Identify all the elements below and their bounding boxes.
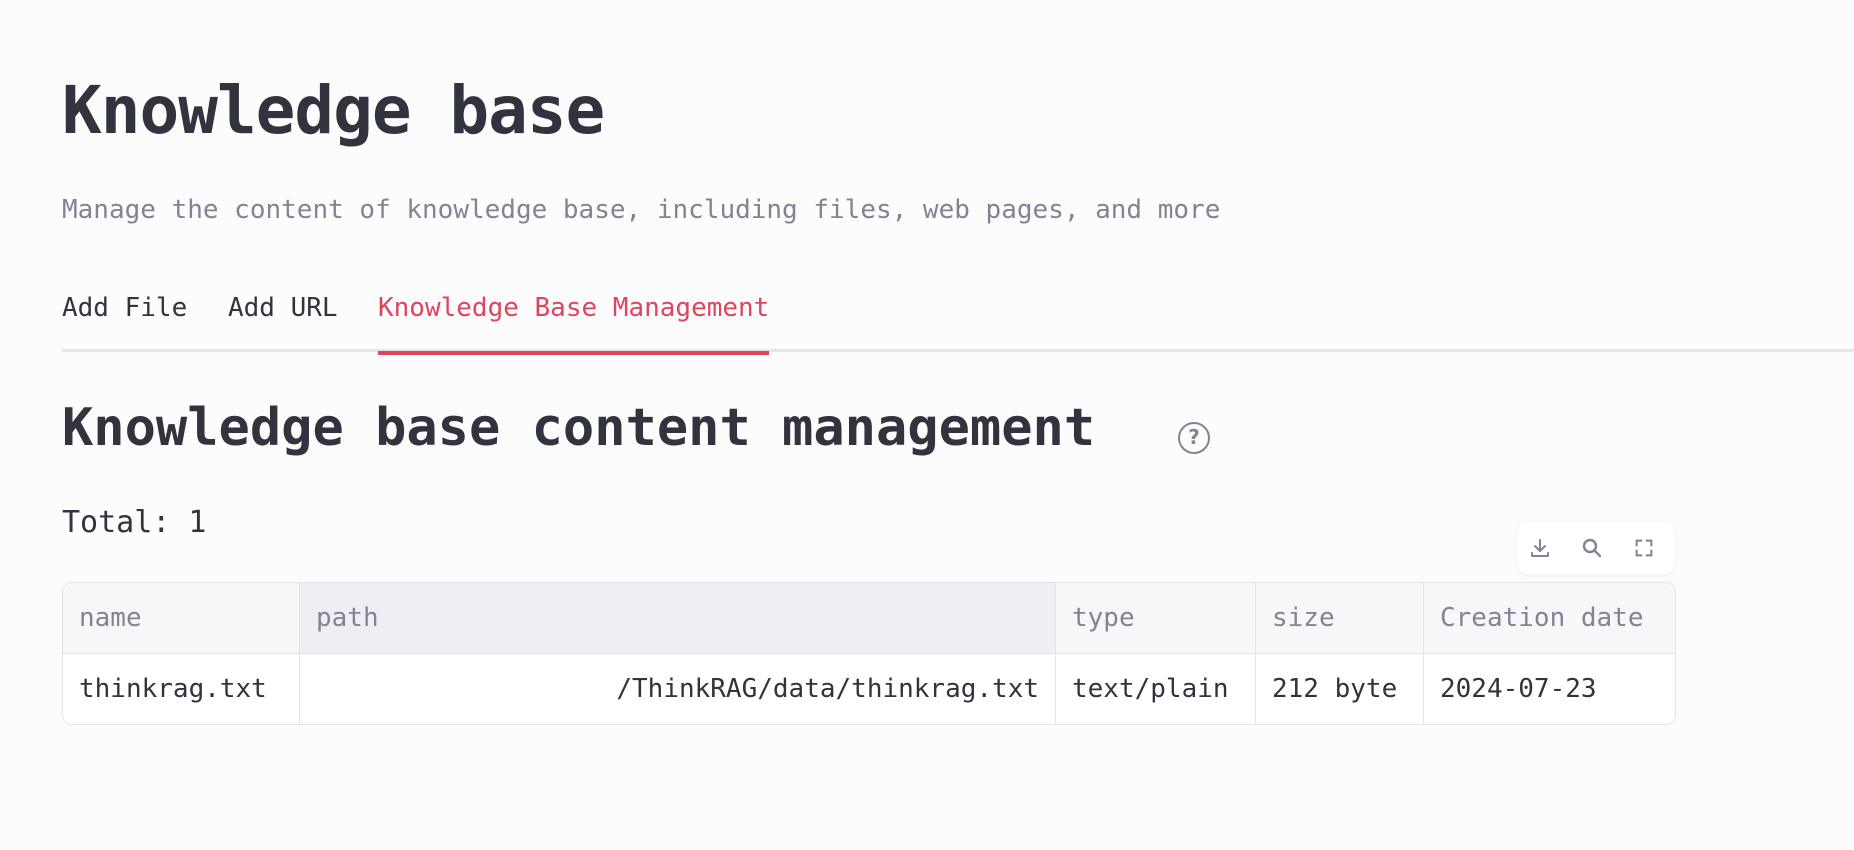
table-cell-name[interactable]: thinkrag.txt xyxy=(63,654,300,724)
tab-add-file[interactable]: Add File xyxy=(62,290,187,352)
search-icon[interactable] xyxy=(1576,532,1608,564)
tab-add-url[interactable]: Add URL xyxy=(228,290,338,352)
fullscreen-icon[interactable] xyxy=(1628,532,1660,564)
page-title: Knowledge base xyxy=(62,72,605,149)
table-cell-creation-date[interactable]: 2024-07-23 xyxy=(1424,654,1675,724)
tab-knowledge-base-management[interactable]: Knowledge Base Management xyxy=(378,290,770,355)
table-toolbar xyxy=(1518,522,1674,574)
column-header-size[interactable]: size xyxy=(1256,583,1424,653)
table-row: thinkrag.txt /ThinkRAG/data/thinkrag.txt… xyxy=(63,654,1675,724)
download-icon[interactable] xyxy=(1524,532,1556,564)
column-header-path[interactable]: path xyxy=(300,583,1056,653)
column-header-type[interactable]: type xyxy=(1056,583,1256,653)
table-cell-path[interactable]: /ThinkRAG/data/thinkrag.txt xyxy=(300,654,1056,724)
total-count: Total: 1 xyxy=(62,505,207,540)
question-circle-icon[interactable]: ? xyxy=(1178,422,1210,454)
knowledge-base-table: name path type size Creation date thinkr… xyxy=(62,582,1676,725)
table-cell-type[interactable]: text/plain xyxy=(1056,654,1256,724)
column-header-name[interactable]: name xyxy=(63,583,300,653)
section-title: Knowledge base content management xyxy=(62,398,1096,458)
column-header-creation-date[interactable]: Creation date xyxy=(1424,583,1675,653)
table-header-row: name path type size Creation date xyxy=(63,583,1675,654)
tab-bar: Add File Add URL Knowledge Base Manageme… xyxy=(62,290,1854,355)
page-subtitle: Manage the content of knowledge base, in… xyxy=(62,195,1221,225)
table-cell-size[interactable]: 212 byte xyxy=(1256,654,1424,724)
